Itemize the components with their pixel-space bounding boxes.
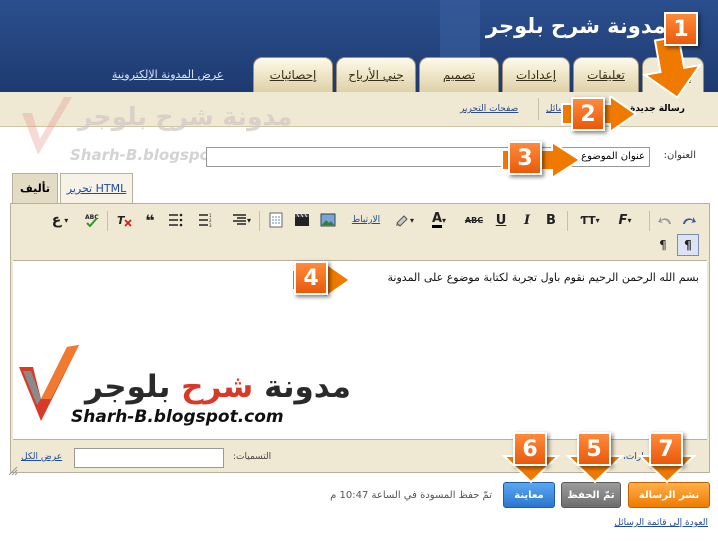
show-all-labels-link[interactable]: عرض الكل [21, 452, 62, 462]
spellcheck-icon: ABC [85, 214, 99, 227]
header-bar: مدونة شرح بلوجر عرض المدونة الإلكترونية … [0, 0, 718, 93]
watermark-text: مدونة شرح بلوجر [78, 102, 293, 131]
language-icon: ع [51, 212, 62, 228]
rtl-direction-button[interactable]: ¶ [677, 234, 699, 256]
video-icon [295, 213, 309, 226]
bullet-list-icon [169, 213, 183, 227]
tab-design[interactable]: تصميم [419, 57, 499, 92]
highlight-button[interactable]: ▾ [389, 209, 419, 231]
save-button[interactable]: تمّ الحفظ [561, 482, 621, 508]
bullet-list-button[interactable] [165, 209, 187, 231]
font-family-button[interactable]: F ▾ [611, 209, 639, 231]
blog-title: مدونة شرح بلوجر [485, 14, 666, 38]
redo-icon[interactable] [679, 209, 699, 231]
page-break-icon [269, 212, 283, 228]
post-body-text[interactable]: بسم الله الرحمن الرحيم نقوم باول تجربة ل… [388, 271, 699, 284]
tab-stats[interactable]: إحصائيات [253, 57, 333, 92]
quote-button[interactable]: ❝ [139, 209, 161, 231]
toolbar-divider [107, 211, 108, 231]
font-icon: F [618, 212, 628, 228]
align-right-icon [232, 214, 246, 225]
undo-icon[interactable] [655, 209, 675, 231]
labels-input[interactable] [74, 448, 224, 468]
logo-text-part1: مدونة [264, 369, 351, 405]
tab-comments[interactable]: تعليقات [573, 57, 639, 92]
back-to-posts-link[interactable]: العودة إلى قائمة الرسائل [614, 518, 708, 528]
callout-badge-3: 3 [508, 141, 542, 175]
resize-handle-icon[interactable] [8, 466, 18, 476]
labels-label: التسميات: [233, 452, 272, 462]
clear-format-icon: T [117, 214, 132, 227]
text-color-icon: A [431, 210, 443, 228]
jump-break-button[interactable] [265, 209, 287, 231]
editor-toolbar: F ▾ ƬT ▾ B I U ABC A ▾ ▾ الارتباط ▾ 1 2 … [11, 204, 709, 260]
logo-url: Sharh-B.blogspot.com [71, 407, 284, 427]
rtl-pilcrow-icon: ¶ [684, 238, 692, 252]
numbered-list-button[interactable]: 123 [195, 209, 217, 231]
text-color-button[interactable]: A ▾ [423, 209, 455, 231]
callout-badge-1: 1 [664, 12, 698, 46]
title-label: العنوان: [663, 150, 696, 161]
toolbar-divider [259, 211, 260, 231]
link-button[interactable]: الارتباط [347, 209, 385, 231]
toolbar-divider [649, 211, 650, 231]
quote-icon: ❝ [145, 210, 155, 230]
watermark-check-icon [22, 97, 72, 155]
svg-text:ABC: ABC [85, 214, 99, 221]
publish-button[interactable]: نشر الرسالة [628, 482, 710, 508]
font-size-icon: ƬT [580, 213, 596, 227]
blogger-post-editor: مدونة شرح بلوجر عرض المدونة الإلكترونية … [0, 0, 718, 541]
subtab-edit-pages[interactable]: صفحات التحرير [460, 104, 518, 114]
preview-button[interactable]: معاينة [503, 482, 555, 508]
tab-settings[interactable]: إعدادات [502, 57, 570, 92]
numbered-list-icon: 123 [199, 213, 212, 227]
subtab-divider [538, 98, 539, 120]
strikethrough-button[interactable]: ABC [461, 209, 487, 231]
logo-text-part3: بلوجر [85, 369, 171, 405]
compose-tab[interactable]: تأليف [12, 173, 58, 203]
svg-text:3: 3 [209, 223, 212, 227]
ltr-direction-button[interactable]: ¶ [653, 234, 673, 256]
toolbar-divider [567, 211, 568, 231]
insert-video-button[interactable] [291, 209, 313, 231]
callout-badge-2: 2 [571, 97, 605, 131]
view-blog-link[interactable]: عرض المدونة الإلكترونية [112, 68, 223, 81]
main-tabs: إحصائيات جني الأرباح تصميم إعدادات تعليق… [253, 57, 704, 93]
input-method-button[interactable]: ع ▾ [43, 209, 77, 231]
insert-image-button[interactable] [317, 209, 339, 231]
callout-badge-5: 5 [577, 432, 611, 466]
logo-text-part2: شرح [181, 369, 254, 405]
align-button[interactable]: ▾ [227, 209, 255, 231]
callout-badge-4: 4 [294, 261, 328, 295]
image-icon [320, 213, 336, 227]
underline-button[interactable]: U [491, 209, 511, 231]
remove-format-button[interactable]: T [113, 209, 135, 231]
callout-badge-7: 7 [649, 432, 683, 466]
ltr-pilcrow-icon: ¶ [659, 238, 667, 252]
logo-text: مدونة شرح بلوجر [85, 369, 351, 405]
font-size-button[interactable]: ƬT ▾ [573, 209, 607, 231]
draft-saved-status: تمّ حفظ المسودة في الساعة 10:47 م [330, 490, 492, 501]
italic-button[interactable]: I [517, 209, 537, 231]
callout-badge-6: 6 [513, 432, 547, 466]
compose-area[interactable]: بسم الله الرحمن الرحيم نقوم باول تجربة ل… [13, 260, 707, 440]
highlighter-icon [395, 215, 408, 227]
edit-html-tab[interactable]: تحرير HTML [60, 173, 133, 203]
tab-monetize[interactable]: جني الأرباح [336, 57, 416, 92]
bold-button[interactable]: B [541, 209, 561, 231]
spellcheck-button[interactable]: ABC [81, 209, 103, 231]
